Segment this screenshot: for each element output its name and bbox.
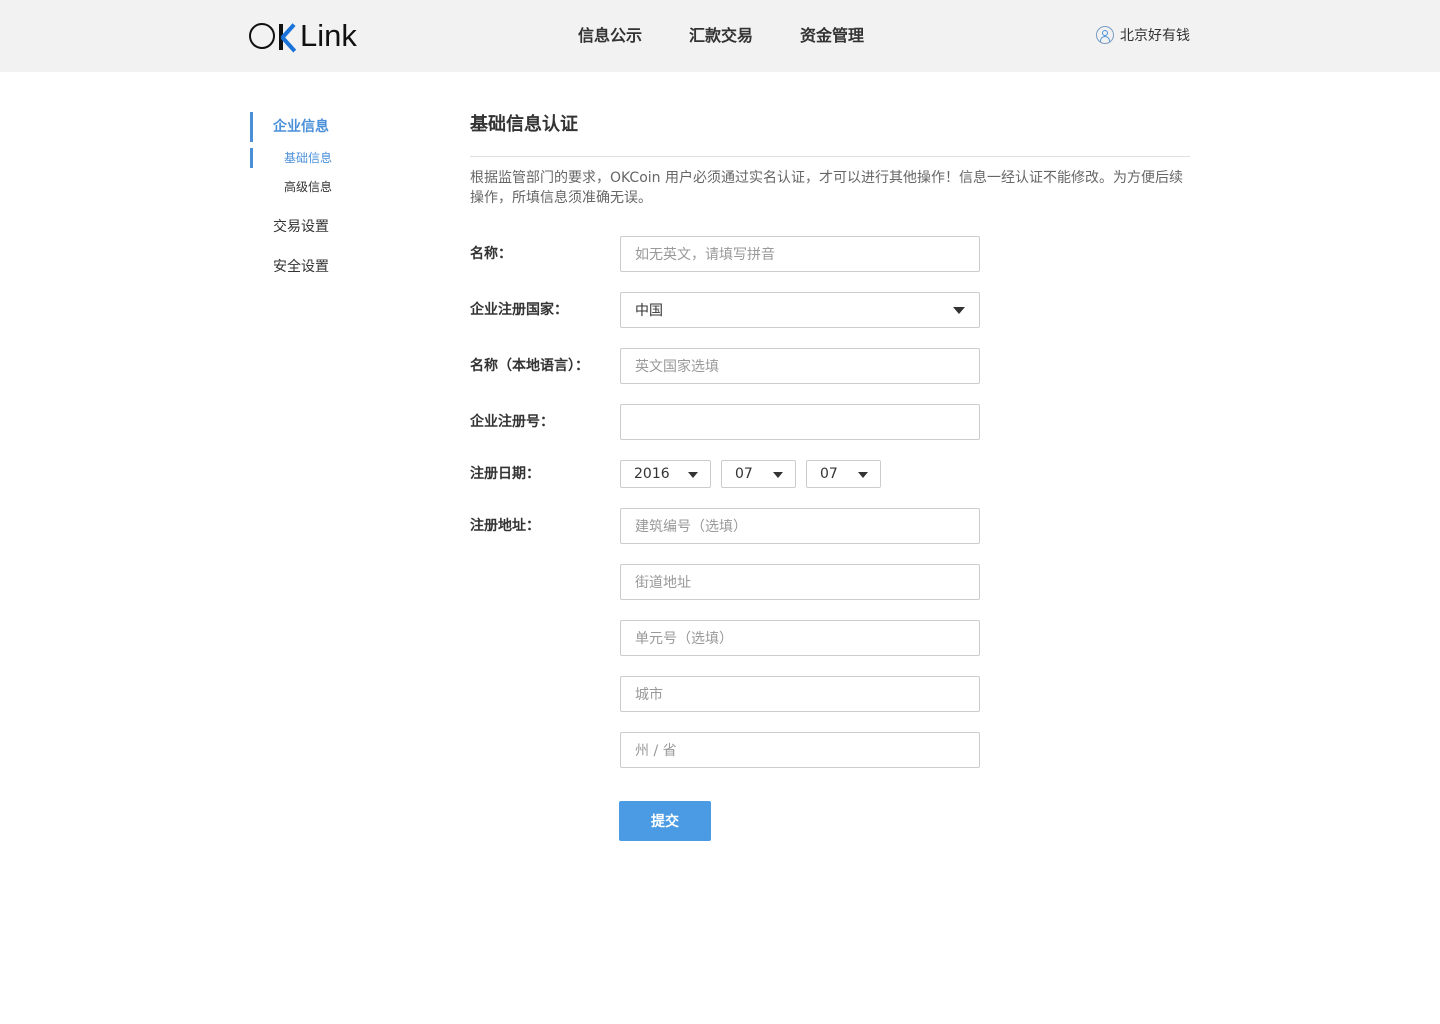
nav-item-fund-management[interactable]: 资金管理 [800, 24, 864, 48]
logo-o-mark [249, 23, 275, 49]
street-address-input[interactable]: 街道地址 [620, 564, 980, 600]
year-select[interactable]: 2016 [620, 460, 711, 488]
day-value: 07 [820, 466, 838, 482]
reg-number-input[interactable] [620, 404, 980, 440]
local-name-input[interactable]: 英文国家选填 [620, 348, 980, 384]
building-number-placeholder: 建筑编号（选填） [635, 519, 747, 535]
chevron-down-icon [773, 472, 783, 478]
chevron-down-icon [953, 307, 965, 314]
logo-text: Link [300, 18, 357, 53]
logo-k-mark [277, 21, 299, 53]
user-menu[interactable]: 北京好有钱 [1096, 25, 1190, 45]
local-name-label: 名称（本地语言）： [470, 358, 589, 374]
page-title: 基础信息认证 [470, 114, 578, 135]
building-number-input[interactable]: 建筑编号（选填） [620, 508, 980, 544]
nav-item-info-disclosure[interactable]: 信息公示 [578, 24, 642, 48]
country-label: 企业注册国家： [470, 302, 568, 318]
sidebar-subitem-basic-info[interactable]: 基础信息 [250, 148, 430, 168]
chevron-down-icon [688, 472, 698, 478]
unit-number-placeholder: 单元号（选填） [635, 631, 733, 647]
top-navbar: Link 信息公示 汇款交易 资金管理 北京好有钱 [0, 0, 1440, 72]
city-input[interactable]: 城市 [620, 676, 980, 712]
year-value: 2016 [634, 466, 670, 482]
oklink-logo[interactable]: Link [249, 18, 357, 54]
title-divider [470, 156, 1190, 157]
chevron-down-icon [858, 472, 868, 478]
country-value: 中国 [635, 303, 663, 319]
country-select[interactable]: 中国 [620, 292, 980, 328]
month-select[interactable]: 07 [721, 460, 796, 488]
name-placeholder: 如无英文，请填写拼音 [635, 247, 775, 263]
day-select[interactable]: 07 [806, 460, 881, 488]
street-address-placeholder: 街道地址 [635, 575, 691, 591]
reg-number-label: 企业注册号： [470, 414, 554, 430]
city-placeholder: 城市 [635, 687, 663, 703]
local-name-placeholder: 英文国家选填 [635, 359, 719, 375]
reg-date-label: 注册日期： [470, 466, 540, 482]
nav-item-remittance[interactable]: 汇款交易 [689, 24, 753, 48]
state-province-placeholder: 州 / 省 [635, 743, 677, 759]
name-input[interactable]: 如无英文，请填写拼音 [620, 236, 980, 272]
unit-number-input[interactable]: 单元号（选填） [620, 620, 980, 656]
month-value: 07 [735, 466, 753, 482]
sidebar-item-trade-settings[interactable]: 交易设置 [250, 212, 430, 242]
state-province-input[interactable]: 州 / 省 [620, 732, 980, 768]
main-nav: 信息公示 汇款交易 资金管理 [578, 24, 911, 48]
submit-button[interactable]: 提交 [619, 801, 711, 841]
sidebar-item-company-info[interactable]: 企业信息 [250, 112, 430, 142]
user-avatar-icon [1096, 26, 1114, 44]
sidebar-item-security-settings[interactable]: 安全设置 [250, 252, 430, 282]
name-label: 名称： [470, 246, 512, 262]
address-label: 注册地址： [470, 518, 540, 534]
sidebar-subitem-advanced-info[interactable]: 高级信息 [250, 172, 430, 202]
settings-sidebar: 企业信息 基础信息 高级信息 交易设置 安全设置 [250, 112, 430, 282]
user-name: 北京好有钱 [1120, 28, 1190, 44]
main-content: 基础信息认证 根据监管部门的要求，OKCoin 用户必须通过实名认证，才可以进行… [470, 110, 1190, 841]
notice-text: 根据监管部门的要求，OKCoin 用户必须通过实名认证，才可以进行其他操作！信息… [470, 170, 1183, 206]
